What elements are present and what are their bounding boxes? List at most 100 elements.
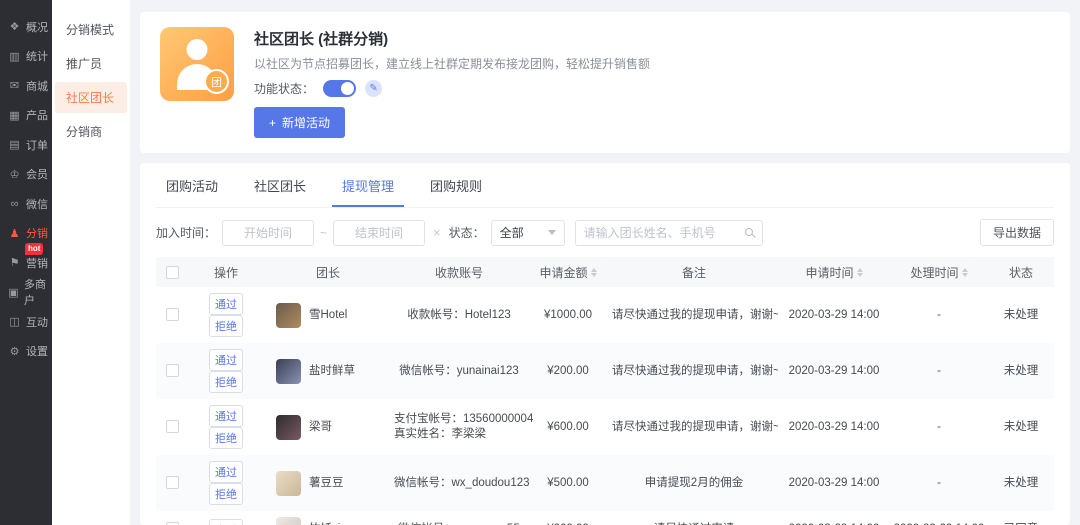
column-header-label: 收款账号 [434,265,483,280]
leader-name: 雪Hotel [309,308,348,321]
reject-button[interactable]: 拒绝 [209,371,243,393]
amount-cell: ¥260.00 [526,511,610,525]
tab-withdraw-manage[interactable]: 提现管理 [332,163,405,207]
process-time-cell: - [937,308,941,321]
avatar [276,414,301,440]
sort-icon[interactable] [590,267,597,277]
range-separator: ~ [320,225,328,240]
account-line: 微信帐号：yunainai123 [399,364,519,377]
sidebar-item-settings[interactable]: ⚙ 设置 [0,337,52,367]
tab-community-leader[interactable]: 社区团长 [244,163,316,207]
sidebar-item-mall[interactable]: ✉ 商城 [0,71,52,101]
submenu-item-distributor[interactable]: 分销商 [55,116,127,147]
sidebar-item-overview[interactable]: ❖ 概况 [0,12,52,42]
clear-icon[interactable]: × [431,225,443,240]
tab-group-activity[interactable]: 团购活动 [156,163,228,207]
leader-cell: 盐时鲜草 [264,343,392,399]
view-button[interactable]: 查看 [209,518,243,525]
apply-time-cell: 2020-03-29 14:00 [788,364,880,377]
column-header-account: 收款账号 [392,257,526,287]
row-checkbox[interactable] [165,475,179,489]
process-time-cell: 2020-03-29 14:00 [890,511,988,525]
sidebar-item-interaction[interactable]: ◫ 互动 [0,307,52,337]
row-checkbox[interactable] [165,419,179,433]
start-time-input[interactable] [222,219,315,246]
sidebar-item-member[interactable]: ♔ 会员 [0,160,52,190]
edit-icon[interactable]: ✎ [365,80,383,97]
leader-name: 薯豆豆 [309,476,344,489]
approve-button[interactable]: 通过 [209,461,243,483]
sidebar-item-wechat[interactable]: ∞ 微信 [0,189,52,219]
sidebar-item-label: 互动 [26,316,48,329]
leader-info: 梁哥 [266,414,390,440]
approve-button[interactable]: 通过 [209,405,243,427]
leader-info: 竹妖xiao [266,517,390,525]
leader-cell: 梁哥 [264,399,392,455]
interaction-icon: ◫ [9,316,20,329]
remark-cell: 请尽快通过我的提现申请，谢谢~ [612,308,778,321]
search-input[interactable] [574,219,763,246]
marketing-icon: ⚑ [9,257,20,270]
person-icon [186,39,208,60]
table-row: 通过拒绝 梁哥 支付宝帐号：13560000004 真实姓名：李梁梁 ¥600.00 请尽… [156,399,1054,455]
column-header-inner: 状态 [1009,264,1033,281]
account-cell: 微信帐号：wx_zuyao55 [392,511,526,525]
end-time-input[interactable] [333,219,426,246]
main-content: 团 社区团长 (社群分销) 以社区为节点招募团长，建立线上社群定期发布接龙团购，… [130,0,1080,525]
sort-icon[interactable] [856,267,863,277]
order-icon: ▤ [9,139,20,152]
sidebar-item-marketing[interactable]: ⚑ 营销 hot [0,243,52,278]
status-select-value: 全部 [499,226,524,240]
table-row: 通过拒绝 盐时鲜草 微信帐号：yunainai123 ¥200.00 请尽快通过我的提现… [156,343,1054,399]
process-time-cell: - [937,476,941,489]
sidebar-item-stats[interactable]: ▥ 统计 [0,42,52,72]
hot-badge: hot [25,243,44,255]
sidebar-item-product[interactable]: ▦ 产品 [0,101,52,131]
approve-button[interactable]: 通过 [209,349,243,371]
status-select[interactable]: 全部 [490,219,565,246]
export-data-button[interactable]: 导出数据 [979,219,1054,246]
feature-status-toggle[interactable] [323,80,357,97]
leader-cell: 雪Hotel [264,287,392,343]
column-header-inner: 收款账号 [435,264,483,281]
sort-icon[interactable] [961,267,968,277]
primary-sidebar: ❖ 概况 ▥ 统计 ✉ 商城 ▦ 产品 ▤ 订单 ♔ 会员 ∞ 微信 ♟ 分销 ⚑ 营销 hot ▣ 多商户 ◫ 互动 ⚙ 设置 [0,0,52,525]
approve-button[interactable]: 通过 [209,293,243,315]
submenu-item-community-leader[interactable]: 社区团长 [55,82,127,113]
reject-button[interactable]: 拒绝 [209,315,243,337]
distribution-icon: ♟ [9,227,20,240]
column-header-label: 备注 [681,265,706,280]
column-header-label: 状态 [1008,265,1033,280]
chevron-down-icon [547,230,556,235]
account-cell: 支付宝帐号：13560000004 真实姓名：李梁梁 [392,399,533,455]
apply-time-cell: 2020-03-29 14:00 [788,308,880,321]
row-checkbox[interactable] [165,307,179,321]
submenu-item-distribution-mode[interactable]: 分销模式 [55,14,127,45]
feature-status-label: 功能状态： [254,82,315,96]
sidebar-item-order[interactable]: ▤ 订单 [0,130,52,160]
sort-up-icon [856,267,863,272]
search-icon[interactable] [744,227,753,236]
feature-header-card: 团 社区团长 (社群分销) 以社区为节点招募团长，建立线上社群定期发布接龙团购，… [140,12,1070,153]
reject-button[interactable]: 拒绝 [209,427,243,449]
select-all-checkbox[interactable] [165,266,179,280]
tab-group-rules[interactable]: 团购规则 [420,163,492,207]
sidebar-item-label: 订单 [26,139,48,152]
sidebar-item-multi-merchant[interactable]: ▣ 多商户 [0,278,52,307]
row-checkbox[interactable] [165,363,179,377]
row-checkbox-cell [156,287,188,343]
leader-badge-icon: 团 [204,69,229,94]
mall-icon: ✉ [9,80,20,93]
multi-merchant-icon: ▣ [8,286,19,299]
column-header-inner: 处理时间 [910,264,968,281]
avatar [276,470,301,496]
apply-time-cell: 2020-03-29 14:00 [788,420,880,433]
apply-time-cell: 2020-03-29 14:00 [778,511,890,525]
submenu-item-promoter[interactable]: 推广员 [55,48,127,79]
sidebar-item-label: 营销 [26,257,48,270]
column-header-label: 操作 [213,265,238,280]
avatar [276,517,301,525]
reject-button[interactable]: 拒绝 [209,483,243,505]
sort-down-icon [590,272,597,277]
add-activity-button[interactable]: + 新增活动 [254,107,346,138]
